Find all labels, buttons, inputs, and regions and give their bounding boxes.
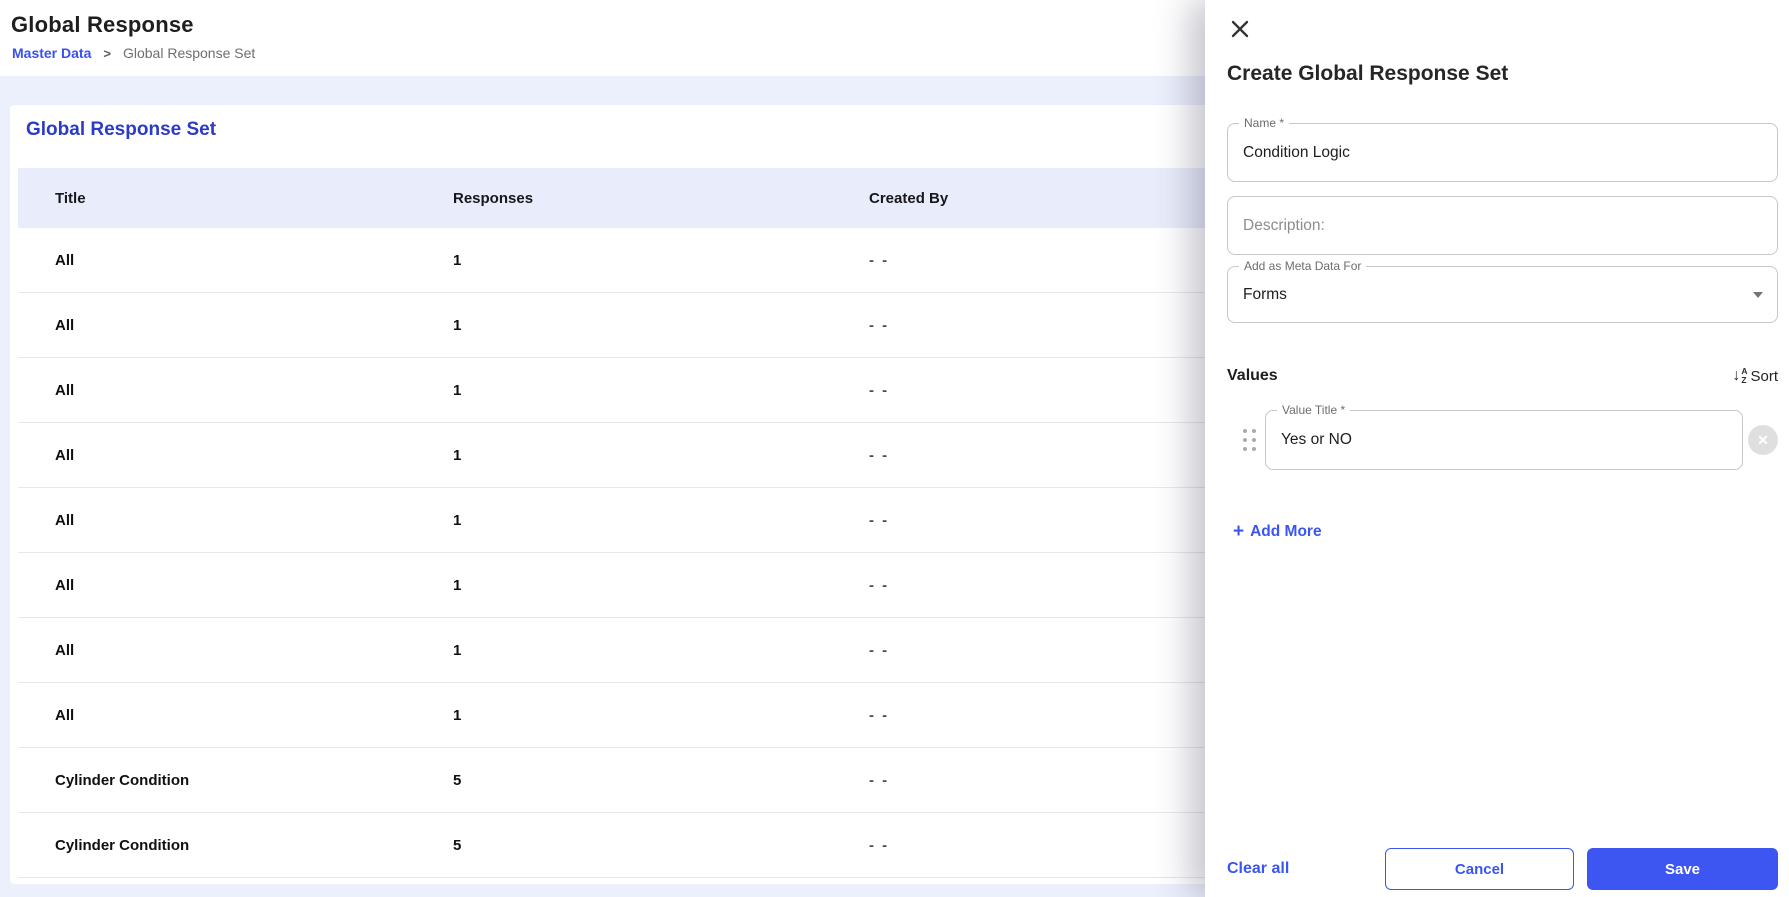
cell-title: All [55, 706, 75, 724]
values-heading: Values [1227, 367, 1278, 384]
cancel-button[interactable]: Cancel [1385, 848, 1574, 890]
breadcrumb-link-master-data[interactable]: Master Data [12, 45, 91, 61]
cell-title: All [55, 251, 75, 269]
cell-responses: 1 [453, 251, 462, 269]
breadcrumb-separator: > [103, 45, 111, 61]
description-field-wrapper [1227, 196, 1778, 255]
description-input[interactable] [1243, 216, 1763, 235]
cell-responses: 1 [453, 446, 462, 464]
cell-responses: 1 [453, 641, 462, 659]
meta-data-select-label: Add as Meta Data For [1239, 259, 1367, 274]
cell-responses: 5 [453, 836, 462, 854]
name-input[interactable] [1243, 143, 1763, 162]
column-header-responses: Responses [453, 189, 534, 207]
sort-label: Sort [1750, 367, 1778, 385]
close-icon[interactable] [1227, 16, 1253, 42]
remove-value-icon[interactable]: ✕ [1748, 425, 1778, 455]
drawer-title: Create Global Response Set [1227, 62, 1509, 85]
cell-responses: 5 [453, 771, 462, 789]
cell-responses: 1 [453, 316, 462, 334]
cell-responses: 1 [453, 511, 462, 529]
value-title-label: Value Title * [1277, 403, 1351, 418]
cell-title: All [55, 641, 75, 659]
name-field-label: Name * [1239, 116, 1290, 131]
drawer-footer: Clear all Cancel Save [1227, 848, 1778, 890]
save-button[interactable]: Save [1587, 848, 1778, 890]
value-title-field-wrapper: Value Title * [1265, 403, 1743, 470]
cell-title: Cylinder Condition [55, 771, 190, 789]
clear-all-button[interactable]: Clear all [1227, 860, 1289, 878]
breadcrumb-current: Global Response Set [122, 45, 256, 61]
add-more-label: Add More [1250, 522, 1322, 540]
chevron-down-icon [1753, 292, 1763, 303]
drag-handle-icon[interactable] [1243, 429, 1256, 451]
cell-title: All [55, 446, 75, 464]
cell-responses: 1 [453, 576, 462, 594]
cell-title: All [55, 381, 75, 399]
cell-title: All [55, 316, 75, 334]
value-title-input[interactable] [1281, 431, 1728, 449]
cell-title: All [55, 576, 75, 594]
values-section-header: Values ↓ A Z Sort [1227, 367, 1778, 385]
meta-data-select-value: Forms [1243, 285, 1287, 303]
name-field-wrapper: Name * [1227, 116, 1778, 182]
meta-data-select[interactable]: Add as Meta Data For Forms [1227, 259, 1778, 323]
cell-title: Cylinder Condition [55, 836, 190, 854]
value-item-row: Value Title * ✕ [1227, 403, 1778, 470]
add-more-button[interactable]: + Add More [1233, 522, 1322, 541]
create-global-response-set-drawer: Create Global Response Set Name * Add as… [1205, 0, 1789, 897]
plus-icon: + [1233, 521, 1245, 542]
sort-button[interactable]: ↓ A Z Sort [1732, 367, 1778, 385]
cell-title: All [55, 511, 75, 529]
sort-by-alpha-icon: ↓ A Z [1732, 366, 1748, 385]
column-header-title: Title [55, 189, 86, 207]
cell-responses: 1 [453, 381, 462, 399]
cell-responses: 1 [453, 706, 462, 724]
